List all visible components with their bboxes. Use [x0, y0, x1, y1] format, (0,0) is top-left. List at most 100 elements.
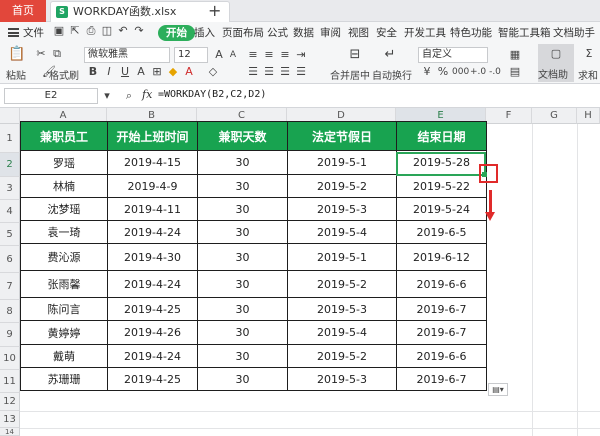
merge-center-label[interactable]: 合并居中 [330, 67, 370, 82]
table-cell[interactable]: 2019-4-9 [107, 174, 198, 198]
table-cell[interactable]: 陈问言 [20, 297, 108, 321]
merge-center-icon[interactable]: ⊟ [348, 48, 362, 62]
table-cell[interactable]: 2019-5-24 [396, 197, 487, 221]
menu-developer[interactable]: 开发工具 [404, 25, 446, 41]
table-cell[interactable]: 2019-4-26 [107, 320, 198, 345]
font-color-icon[interactable]: A [182, 65, 196, 79]
copy-icon[interactable]: ⧉ [50, 47, 64, 61]
table-cell[interactable]: 2019-6-7 [396, 320, 487, 345]
decrease-font-icon[interactable]: A [226, 48, 240, 62]
row-header-selected[interactable]: 2 [0, 153, 20, 177]
table-cell[interactable]: 2019-5-3 [287, 297, 397, 321]
table-cell[interactable]: 沈梦瑶 [20, 197, 108, 221]
distribute-icon[interactable]: ☰ [294, 65, 308, 79]
row-header[interactable]: 7 [0, 273, 20, 300]
table-cell[interactable]: 30 [197, 367, 288, 391]
table-cell[interactable]: 2019-6-5 [396, 220, 487, 244]
table-cell[interactable]: 2019-5-4 [287, 320, 397, 345]
increase-decimal-icon[interactable]: +.0 [470, 65, 486, 79]
new-tab-button[interactable]: + [208, 1, 221, 21]
table-cell[interactable]: 30 [197, 297, 288, 321]
decrease-decimal-icon[interactable]: -.0 [488, 65, 502, 79]
table-cell[interactable]: 罗瑶 [20, 150, 108, 175]
column-header[interactable]: G [532, 108, 577, 124]
menu-smart-toolbox[interactable]: 智能工具箱 [498, 25, 551, 41]
menu-security[interactable]: 安全 [376, 25, 397, 41]
table-cell[interactable]: 2019-4-24 [107, 270, 198, 298]
select-all-corner[interactable] [0, 108, 20, 124]
table-cell[interactable]: 2019-6-6 [396, 344, 487, 368]
export-icon[interactable]: ⇱ [68, 24, 82, 38]
menu-icon[interactable] [8, 28, 19, 37]
print-icon[interactable]: ⎙ [84, 24, 98, 38]
paste-options-button[interactable]: ▤▾ [488, 383, 508, 396]
menu-page-layout[interactable]: 页面布局 [222, 25, 264, 41]
redo-icon[interactable]: ↷ [132, 24, 146, 38]
table-cell[interactable]: 2019-6-7 [396, 367, 487, 391]
align-left-icon[interactable]: ☰ [246, 65, 260, 79]
italic-icon[interactable]: I [102, 65, 116, 79]
paste-icon[interactable]: 📋 [8, 47, 25, 61]
row-header[interactable]: 14 [0, 428, 20, 436]
table-cell[interactable]: 2019-5-28 [396, 150, 487, 175]
row-header[interactable]: 8 [0, 300, 20, 323]
table-cell[interactable]: 黄婷婷 [20, 320, 108, 345]
menu-formula[interactable]: 公式 [267, 25, 288, 41]
wrap-text-icon[interactable]: ↵ [383, 48, 397, 62]
menu-doc-assistant[interactable]: 文档助手 [553, 25, 595, 41]
table-cell[interactable]: 30 [197, 174, 288, 198]
row-header[interactable]: 10 [0, 347, 20, 370]
underline-icon[interactable]: U [118, 65, 132, 79]
cell-style-icon[interactable]: ▤ [508, 65, 522, 79]
table-cell[interactable]: 袁一琦 [20, 220, 108, 244]
file-tab[interactable]: S WORKDAY函数.xlsx [50, 1, 230, 22]
align-top-icon[interactable]: ≡ [246, 48, 260, 62]
row-header[interactable]: 3 [0, 177, 20, 200]
wrap-text-label[interactable]: 自动换行 [372, 67, 412, 82]
sum-icon[interactable]: Σ [582, 47, 596, 61]
table-cell[interactable]: 2019-5-1 [287, 243, 397, 271]
formula-input[interactable]: =WORKDAY(B2,C2,D2) [158, 89, 266, 100]
fx-icon[interactable]: fx [142, 88, 152, 101]
menu-data[interactable]: 数据 [293, 25, 314, 41]
table-cell[interactable]: 2019-5-2 [287, 174, 397, 198]
header-cell[interactable]: 法定节假日 [287, 121, 397, 151]
preview-icon[interactable]: ◫ [100, 24, 114, 38]
table-cell[interactable]: 30 [197, 344, 288, 368]
save-icon[interactable]: ▣ [52, 24, 66, 38]
row-header[interactable]: 5 [0, 223, 20, 246]
align-bottom-icon[interactable]: ≡ [278, 48, 292, 62]
column-header[interactable]: F [486, 108, 532, 124]
row-header[interactable]: 11 [0, 370, 20, 393]
table-cell[interactable]: 2019-5-4 [287, 220, 397, 244]
table-cell[interactable]: 2019-5-22 [396, 174, 487, 198]
menu-file[interactable]: 文件 [23, 25, 44, 41]
strikethrough-icon[interactable]: A [134, 65, 148, 79]
home-tab[interactable]: 首页 [0, 0, 46, 22]
table-cell[interactable]: 费沁源 [20, 243, 108, 271]
table-cell[interactable]: 2019-5-3 [287, 367, 397, 391]
undo-icon[interactable]: ↶ [116, 24, 130, 38]
header-cell[interactable]: 兼职员工 [20, 121, 108, 151]
table-cell[interactable]: 30 [197, 320, 288, 345]
sum-label[interactable]: 求和 [578, 67, 598, 82]
row-header[interactable]: 6 [0, 246, 20, 273]
number-format-select[interactable]: 自定义 [418, 47, 488, 63]
row-header[interactable]: 13 [0, 411, 20, 428]
header-cell[interactable]: 兼职天数 [197, 121, 288, 151]
table-style-icon[interactable]: ▦ [508, 48, 522, 62]
table-cell[interactable]: 2019-4-15 [107, 150, 198, 175]
menu-features[interactable]: 特色功能 [450, 25, 492, 41]
row-header[interactable]: 12 [0, 393, 20, 411]
table-cell[interactable]: 戴萌 [20, 344, 108, 368]
menu-insert[interactable]: 插入 [194, 25, 215, 41]
cut-icon[interactable]: ✂ [34, 47, 48, 61]
name-box[interactable]: E2 [4, 88, 98, 104]
table-cell[interactable]: 林楠 [20, 174, 108, 198]
table-cell[interactable]: 苏珊珊 [20, 367, 108, 391]
increase-font-icon[interactable]: A [212, 48, 226, 62]
column-header[interactable]: H [577, 108, 600, 124]
table-cell[interactable]: 30 [197, 150, 288, 175]
table-cell[interactable]: 30 [197, 197, 288, 221]
table-cell[interactable]: 30 [197, 243, 288, 271]
